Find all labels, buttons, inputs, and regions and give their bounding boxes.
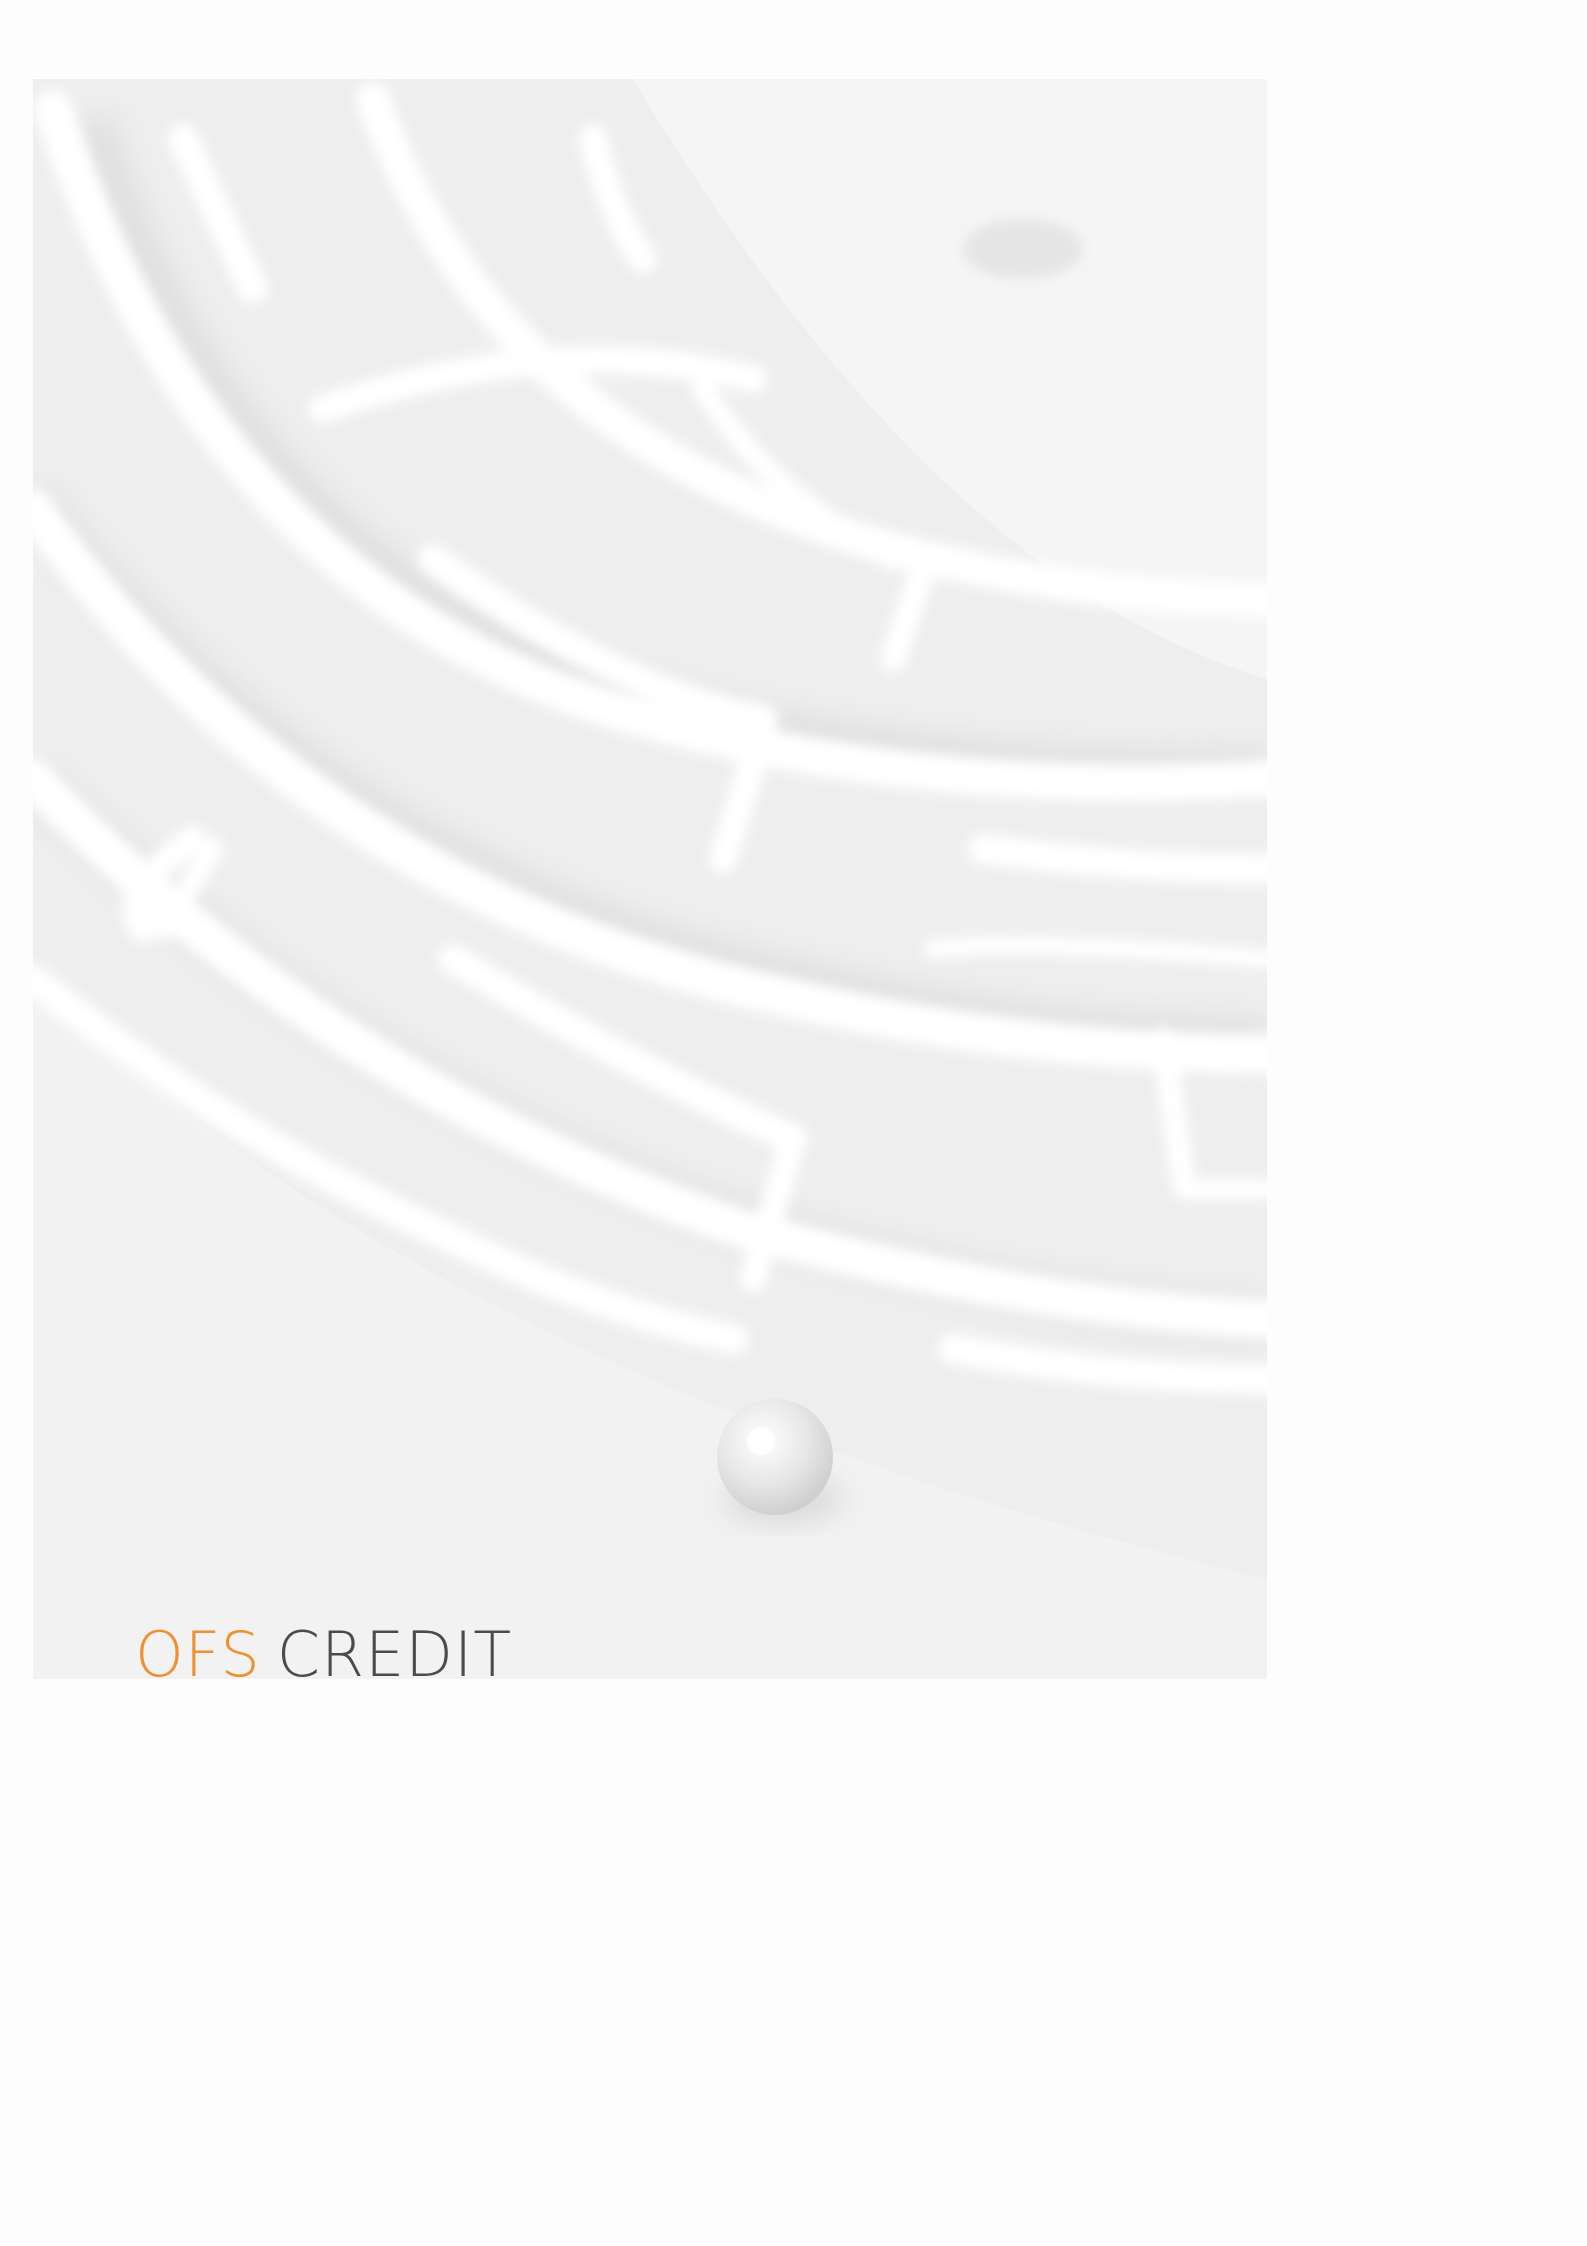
logo-credit-text: CREDIT — [276, 1618, 513, 1680]
page: OFS CREDIT — [0, 0, 1587, 2246]
maze-illustration — [33, 79, 1267, 1679]
ofs-credit-logo: OFS CREDIT — [135, 1618, 513, 1680]
logo-ofs-text: OFS — [135, 1618, 261, 1680]
cover-maze-image: OFS CREDIT — [33, 79, 1267, 1679]
